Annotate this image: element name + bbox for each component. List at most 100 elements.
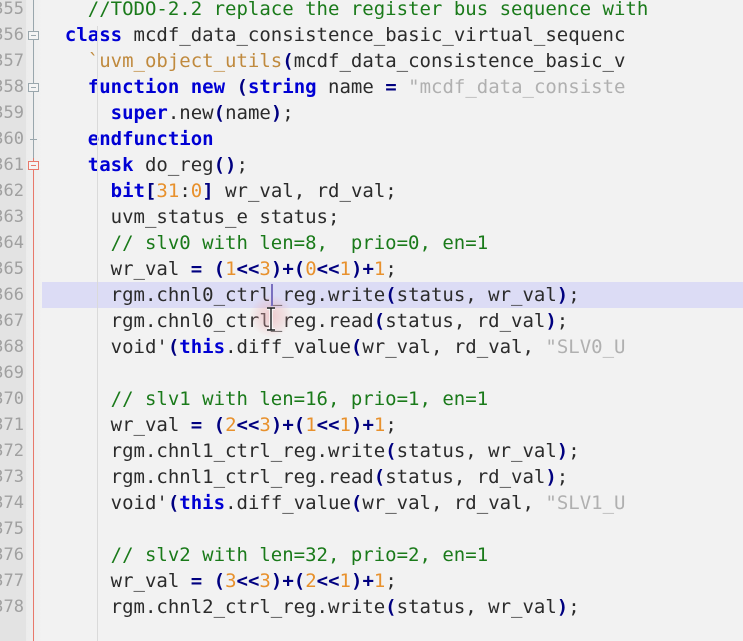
line-number-gutter: 355 356 357 358 359 360 361 362 363 364 365 366 367 3…: [0, 0, 26, 641]
code-token-op: (: [213, 102, 226, 124]
code-token-pl: ;: [568, 440, 580, 462]
code-token-pl: ;: [236, 154, 248, 176]
code-token-op: <<: [316, 570, 340, 592]
code-line[interactable]: // slv2 with len=32, prio=2, en=1: [42, 542, 489, 568]
code-token-pl: :: [179, 180, 191, 202]
code-token-pl: status, wr_val: [396, 284, 557, 306]
code-token-op: <<: [316, 258, 340, 280]
code-token-op: =: [190, 414, 203, 436]
code-token-pl: wr_val: [42, 414, 191, 436]
code-token-pl: ;: [568, 284, 580, 306]
code-token-pl: ;: [556, 310, 569, 332]
code-token-kw: this: [179, 336, 226, 358]
code-token-op: )+: [351, 258, 374, 280]
indent-guide: [97, 26, 98, 641]
code-token-op: <<: [236, 414, 260, 436]
code-line[interactable]: //TODO-2.2 replace the register bus sequ…: [42, 0, 649, 22]
code-token-pl: status, rd_val: [385, 310, 546, 332]
code-token-pl: uvm_status_e status;: [42, 206, 340, 228]
code-line[interactable]: task do_reg();: [42, 152, 248, 178]
code-line[interactable]: wr_val = (3<<3)+(2<<1)+1;: [42, 568, 397, 594]
line-number: 362: [0, 181, 24, 201]
code-token-pl: wr_val: [42, 258, 191, 280]
code-line[interactable]: // slv0 with len=8, prio=0, en=1: [42, 230, 489, 256]
fold-collapse-toggle[interactable]: [28, 31, 39, 40]
code-token-kw: string: [247, 76, 317, 98]
line-number: 377: [0, 571, 24, 591]
code-line[interactable]: uvm_status_e status;: [42, 204, 340, 230]
code-line[interactable]: rgm.chnl1_ctrl_reg.read(status, rd_val);: [42, 464, 569, 490]
code-line[interactable]: rgm.chnl0_ctrl_reg.read(status, rd_val);: [42, 308, 569, 334]
code-line[interactable]: rgm.chnl1_ctrl_reg.write(status, wr_val)…: [42, 438, 580, 464]
code-token-pl: mcdf_data_consistence_basic_v: [293, 50, 626, 72]
code-line[interactable]: endfunction: [42, 126, 214, 152]
code-token-op: )+(: [270, 414, 306, 436]
code-line[interactable]: rgm.chnl0_ctrl_reg.write(status, wr_val)…: [42, 282, 580, 308]
code-token-op: (: [213, 570, 226, 592]
code-line[interactable]: wr_val = (2<<3)+(1<<1)+1;: [42, 412, 397, 438]
code-token-op: (: [236, 76, 248, 98]
code-token-num: 1: [225, 258, 237, 280]
code-token-op: ): [545, 310, 557, 332]
code-token-op: (: [282, 50, 294, 72]
code-line[interactable]: // slv1 with len=16, prio=1, en=1: [42, 386, 489, 412]
code-token-op: <<: [236, 570, 260, 592]
code-line[interactable]: function new (string name = "mcdf_data_c…: [42, 74, 626, 100]
code-folding-strip[interactable]: [26, 0, 42, 641]
code-line[interactable]: void'(this.diff_value(wr_val, rd_val, "S…: [42, 334, 626, 360]
code-token-num: 1: [339, 258, 351, 280]
code-token-num: 0: [190, 180, 203, 202]
code-text-area[interactable]: //TODO-2.2 replace the register bus sequ…: [42, 0, 743, 641]
code-token-pl: mcdf_data_consistence_basic_virtual_sequ…: [122, 24, 626, 46]
code-token-cmt: // slv2 with len=32, prio=2, en=1: [110, 544, 489, 566]
code-token-num: 0: [305, 258, 317, 280]
code-token-op: ): [270, 102, 283, 124]
code-token-num: 31: [156, 180, 180, 202]
line-number: 358: [0, 77, 24, 97]
line-number: 360: [0, 129, 24, 149]
code-token-pl: rgm.chnl0_ctrl_reg.read: [42, 310, 374, 332]
code-line[interactable]: void'(this.diff_value(wr_val, rd_val, "S…: [42, 490, 626, 516]
code-line[interactable]: bit[31:0] wr_val, rd_val;: [42, 178, 397, 204]
line-number: 370: [0, 389, 24, 409]
line-number: 363: [0, 207, 24, 227]
fold-collapse-toggle[interactable]: [28, 83, 39, 92]
code-token-pl: wr_val, rd_val,: [362, 336, 546, 358]
code-token-op: ): [545, 466, 557, 488]
code-token-op: [: [144, 180, 157, 202]
code-line[interactable]: rgm.chnl2_ctrl_reg.write(status, wr_val)…: [42, 594, 580, 620]
code-token-pl: ;: [568, 596, 580, 618]
code-token-op: )+(: [270, 570, 306, 592]
line-number: 378: [0, 597, 24, 617]
code-line[interactable]: class mcdf_data_consistence_basic_virtua…: [42, 22, 626, 48]
code-token-op: =: [385, 76, 397, 98]
code-line[interactable]: wr_val = (1<<3)+(0<<1)+1;: [42, 256, 397, 282]
code-line[interactable]: super.new(name);: [42, 100, 294, 126]
code-token-op: ): [556, 596, 569, 618]
code-token-pl: ;: [385, 414, 397, 436]
code-editor[interactable]: 355 356 357 358 359 360 361 362 363 364 365 366 367 3…: [0, 0, 743, 641]
code-token-str: "SLV1_U: [545, 492, 626, 514]
fold-collapse-toggle[interactable]: [28, 161, 39, 170]
code-line[interactable]: `uvm_object_utils(mcdf_data_consistence_…: [42, 48, 626, 74]
code-token-pl: status, wr_val: [396, 440, 557, 462]
line-number: 365: [0, 259, 24, 279]
code-token-op: (: [385, 284, 397, 306]
code-token-op: (: [385, 596, 397, 618]
line-number: 372: [0, 441, 24, 461]
code-token-pl: ;: [282, 102, 294, 124]
code-token-num: 3: [259, 570, 271, 592]
line-number: 355: [0, 0, 24, 19]
code-token-pl: void': [42, 492, 168, 514]
